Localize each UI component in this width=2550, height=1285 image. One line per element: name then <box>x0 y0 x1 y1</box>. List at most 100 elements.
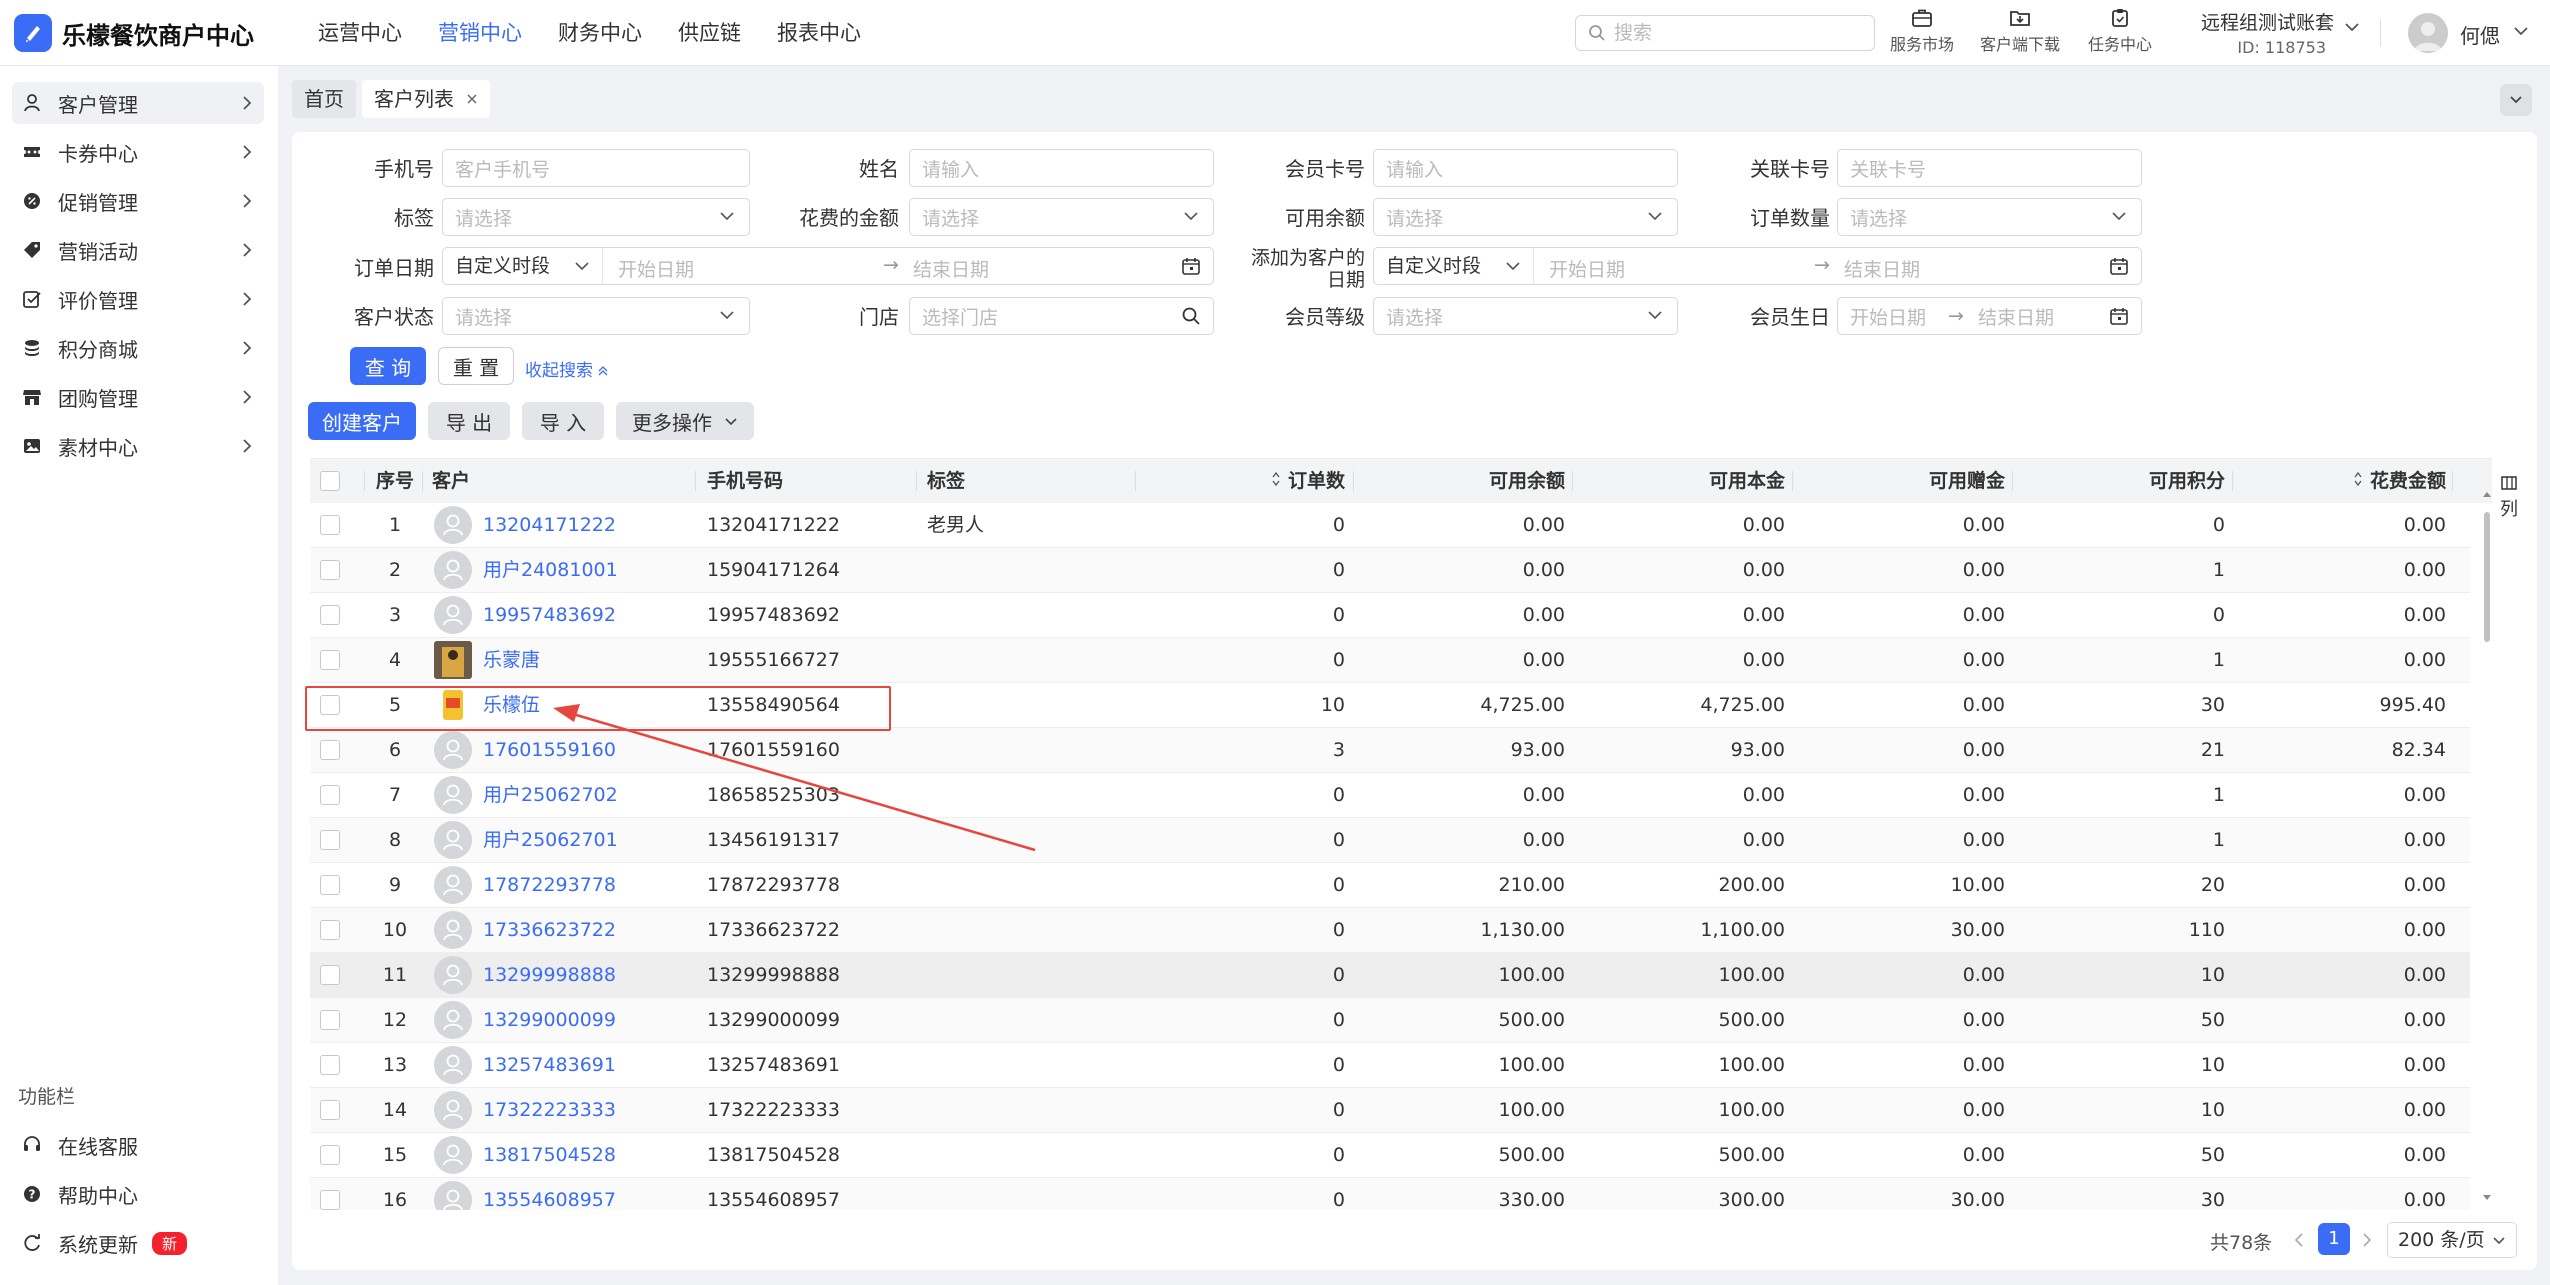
linked-card-input[interactable]: 关联卡号 <box>1837 149 2142 187</box>
close-icon[interactable] <box>466 93 478 105</box>
table-row[interactable]: 1 13204171222 13204171222 老男人 0 0.00 0.00 0.00 0… <box>310 503 2470 548</box>
row-checkbox[interactable] <box>320 1190 340 1210</box>
added-date-range[interactable]: 自定义时段 开始日期 → 结束日期 <box>1373 247 2142 285</box>
order-date-range[interactable]: 自定义时段 开始日期 → 结束日期 <box>442 247 1214 285</box>
customer-name-link[interactable]: 13554608957 <box>483 1178 616 1210</box>
added-date-start[interactable]: 开始日期 <box>1549 255 1625 282</box>
row-checkbox[interactable] <box>320 605 340 625</box>
balance-select[interactable]: 请选择 <box>1373 198 1678 236</box>
nav-finance[interactable]: 财务中心 <box>540 0 660 66</box>
tab-home[interactable]: 首页 <box>292 80 356 118</box>
table-row[interactable]: 13 13257483691 13257483691 0 100.00 100.00 0.0… <box>310 1043 2470 1088</box>
name-input[interactable]: 请输入 <box>909 149 1214 187</box>
order-date-start[interactable]: 开始日期 <box>618 255 694 282</box>
status-select[interactable]: 请选择 <box>442 297 750 335</box>
nav-reports[interactable]: 报表中心 <box>759 0 879 66</box>
table-row[interactable]: 14 17322223333 17322223333 0 100.00 100.00 0.0… <box>310 1088 2470 1133</box>
global-search[interactable] <box>1575 15 1875 51</box>
user-avatar[interactable] <box>2408 13 2448 53</box>
level-select[interactable]: 请选择 <box>1373 297 1678 335</box>
card-input[interactable]: 请输入 <box>1373 149 1678 187</box>
page-1-button[interactable]: 1 <box>2318 1223 2350 1255</box>
row-checkbox[interactable] <box>320 650 340 670</box>
nav-operations[interactable]: 运营中心 <box>300 0 420 66</box>
customer-name-link[interactable]: 用户25062702 <box>483 773 618 818</box>
scrollbar-thumb[interactable] <box>2484 512 2490 642</box>
task-center-button[interactable]: 任务中心 <box>2075 8 2165 55</box>
row-checkbox[interactable] <box>320 1100 340 1120</box>
row-checkbox[interactable] <box>320 740 340 760</box>
row-checkbox[interactable] <box>320 1010 340 1030</box>
sidebar-item-promotions[interactable]: 促销管理 <box>12 180 264 222</box>
sidebar-item-reviews[interactable]: 评价管理 <box>12 278 264 320</box>
row-checkbox[interactable] <box>320 920 340 940</box>
client-download-button[interactable]: 客户端下载 <box>1975 8 2065 55</box>
row-checkbox[interactable] <box>320 560 340 580</box>
orders-select[interactable]: 请选择 <box>1837 198 2142 236</box>
calendar-icon[interactable] <box>2109 306 2129 326</box>
export-button[interactable]: 导 出 <box>428 402 510 440</box>
more-actions-button[interactable]: 更多操作 <box>616 402 754 440</box>
table-row[interactable]: 16 13554608957 13554608957 0 330.00 300.00 30.… <box>310 1178 2470 1210</box>
calendar-icon[interactable] <box>2109 256 2129 276</box>
customer-name-link[interactable]: 用户25062701 <box>483 818 618 863</box>
birthday-end[interactable]: 结束日期 <box>1978 303 2054 330</box>
row-checkbox[interactable] <box>320 965 340 985</box>
customer-name-link[interactable]: 17872293778 <box>483 863 616 908</box>
table-row[interactable]: 2 用户24081001 15904171264 0 0.00 0.00 0.00 1 0.00 <box>310 548 2470 593</box>
added-date-end[interactable]: 结束日期 <box>1844 255 1920 282</box>
sidebar-item-customers[interactable]: 客户管理 <box>12 82 264 124</box>
brand-logo[interactable]: 乐檬餐饮商户中心 <box>14 14 254 52</box>
sidebar-item-group-buy[interactable]: 团购管理 <box>12 376 264 418</box>
birthday-start[interactable]: 开始日期 <box>1850 303 1926 330</box>
nav-marketing[interactable]: 营销中心 <box>420 0 540 66</box>
tag-select[interactable]: 请选择 <box>442 198 750 236</box>
customer-name-link[interactable]: 19957483692 <box>483 593 616 638</box>
table-row[interactable]: 3 19957483692 19957483692 0 0.00 0.00 0.00 0 0.0… <box>310 593 2470 638</box>
customer-name-link[interactable]: 乐蒙唐 <box>483 638 540 683</box>
sidebar-item-points-mall[interactable]: 积分商城 <box>12 327 264 369</box>
calendar-icon[interactable] <box>1181 256 1201 276</box>
table-row[interactable]: 5 乐檬伍 13558490564 10 4,725.00 4,725.00 0.00 30 9… <box>310 683 2470 728</box>
page-size-select[interactable]: 200 条/页 <box>2387 1222 2517 1258</box>
table-row[interactable]: 11 13299998888 13299998888 0 100.00 100.00 0.0… <box>310 953 2470 998</box>
account-switcher[interactable]: 远程组测试账套 ID: 118753 <box>2185 8 2360 57</box>
user-name[interactable]: 何偲 <box>2460 20 2500 49</box>
scroll-down-icon[interactable] <box>2482 1194 2492 1202</box>
customer-name-link[interactable]: 用户24081001 <box>483 548 618 593</box>
col-spent[interactable]: 花费金额 <box>2270 459 2446 503</box>
column-settings-toggle[interactable]: 列 <box>2495 474 2523 521</box>
row-checkbox[interactable] <box>320 515 340 535</box>
tab-customer-list[interactable]: 客户列表 <box>362 80 490 118</box>
customer-name-link[interactable]: 13257483691 <box>483 1043 616 1088</box>
table-row[interactable]: 12 13299000099 13299000099 0 500.00 500.00 0.0… <box>310 998 2470 1043</box>
query-button[interactable]: 查 询 <box>350 347 426 385</box>
store-select[interactable]: 选择门店 <box>909 297 1214 335</box>
next-page-icon[interactable] <box>2362 1232 2372 1248</box>
customer-name-link[interactable]: 乐檬伍 <box>483 683 540 728</box>
order-date-end[interactable]: 结束日期 <box>913 255 989 282</box>
customer-name-link[interactable]: 13204171222 <box>483 503 616 548</box>
reset-button[interactable]: 重 置 <box>438 347 514 385</box>
table-row[interactable]: 10 17336623722 17336623722 0 1,130.00 1,100.0… <box>310 908 2470 953</box>
birthday-range[interactable]: 开始日期 → 结束日期 <box>1837 297 2142 335</box>
sidebar-item-online-support[interactable]: 在线客服 <box>12 1124 264 1166</box>
table-row[interactable]: 6 17601559160 17601559160 3 93.00 93.00 0.00 21… <box>310 728 2470 773</box>
select-all-checkbox[interactable] <box>320 471 340 491</box>
order-date-mode-select[interactable]: 自定义时段 <box>443 248 603 284</box>
added-date-mode-select[interactable]: 自定义时段 <box>1374 248 1534 284</box>
row-checkbox[interactable] <box>320 830 340 850</box>
table-row[interactable]: 7 用户25062702 18658525303 0 0.00 0.00 0.00 1 0.00 <box>310 773 2470 818</box>
create-customer-button[interactable]: 创建客户 <box>308 402 416 440</box>
row-checkbox[interactable] <box>320 1055 340 1075</box>
sidebar-item-campaigns[interactable]: 营销活动 <box>12 229 264 271</box>
chevron-down-icon[interactable] <box>2513 26 2529 36</box>
global-search-input[interactable] <box>1614 22 1854 44</box>
sidebar-item-materials[interactable]: 素材中心 <box>12 425 264 467</box>
collapse-search-link[interactable]: 收起搜索 <box>525 356 608 381</box>
customer-name-link[interactable]: 17336623722 <box>483 908 616 953</box>
row-checkbox[interactable] <box>320 1145 340 1165</box>
customer-name-link[interactable]: 13817504528 <box>483 1133 616 1178</box>
import-button[interactable]: 导 入 <box>522 402 604 440</box>
nav-supply-chain[interactable]: 供应链 <box>660 0 759 66</box>
